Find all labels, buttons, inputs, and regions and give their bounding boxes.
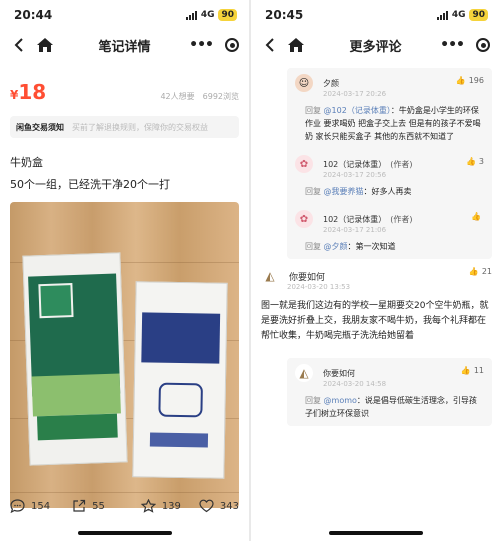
back-arrow-icon[interactable] (261, 36, 279, 54)
notice-tag: 闲鱼交易须知 (16, 122, 64, 132)
notice-text: 买前了解退换规则，保障你的交易权益 (72, 122, 208, 132)
avatar[interactable]: ◭ (261, 267, 279, 285)
comment-time: 2024-03-17 20:26 (323, 90, 387, 98)
network-label: 4G (200, 10, 215, 20)
comment-like-count: 21 (481, 267, 492, 276)
post-body: 50个一组，已经洗干净20个一打 (10, 178, 170, 191)
navigation-bar: 更多评论 ••• (251, 30, 500, 60)
comment-button[interactable]: 154 (10, 499, 50, 513)
comment-text[interactable]: 回复 @momo：说是倡导低碳生活理念，引导孩子们树立环保意识 (305, 394, 484, 420)
comment-count: 154 (31, 500, 51, 512)
comment-text[interactable]: 回复 @102（记录体重）：牛奶盒是小学生的环保作业 要求喝奶 把盒子交上去 但… (305, 104, 484, 143)
blue-milk-carton-stack (132, 281, 228, 479)
signal-icon (185, 10, 197, 20)
comment-time: 2024-03-20 14:58 (323, 380, 387, 388)
comment-like-count: 3 (478, 157, 484, 166)
home-icon[interactable] (36, 36, 54, 54)
green-milk-carton-stack (22, 252, 128, 466)
more-comments-screen: 20:45 4G 90 更多评论 ••• ☺ 夕颜 2024-03-17 20:… (251, 0, 500, 541)
comment-like-count: 11 (473, 366, 484, 375)
comment-author[interactable]: 102（记录体重） (作者) (323, 159, 413, 170)
close-miniprogram-icon[interactable] (476, 38, 490, 52)
home-indicator (329, 531, 423, 535)
product-photo[interactable] (10, 202, 239, 508)
mention-link[interactable]: @我要养猫 (324, 187, 364, 196)
comment-like-button[interactable]: 👍 21 (469, 267, 492, 276)
back-arrow-icon[interactable] (10, 36, 28, 54)
view-count: 6992浏览 (202, 92, 239, 101)
share-button[interactable]: 55 (72, 499, 105, 513)
thumbs-up-icon: 👍 (455, 76, 466, 85)
comment-text[interactable]: 图一就是我们这边有的学校一星期要交20个空牛奶瓶，就是要洗好折叠上交，我朋友家不… (261, 299, 490, 344)
comment-time: 2024-03-17 21:06 (323, 226, 387, 234)
comment-author[interactable]: 你要如何 (289, 270, 325, 283)
comment-like-button[interactable]: 👍 11 (461, 366, 484, 375)
mention-link[interactable]: @momo (324, 396, 357, 405)
avatar[interactable]: ◭ (295, 364, 313, 382)
comment-author[interactable]: 你要如何 (323, 368, 355, 379)
comment-like-button[interactable]: 👍 196 (456, 76, 484, 85)
note-detail-screen: 20:44 4G 90 笔记详情 ••• ¥18 42人想要 6992浏览 闲鱼… (0, 0, 249, 541)
thumbs-up-icon: 👍 (471, 212, 481, 221)
comment-text[interactable]: 回复 @我要养猫：好多人再卖 (305, 185, 484, 198)
comment-like-button[interactable]: 👍 3 (466, 157, 484, 166)
author-tag: (作者) (390, 159, 413, 169)
comment-like-count: 196 (468, 76, 484, 85)
price-row: ¥18 42人想要 6992浏览 (0, 70, 249, 104)
more-menu-icon[interactable]: ••• (440, 37, 465, 53)
mention-link[interactable]: @夕颜 (324, 242, 348, 251)
network-label: 4G (451, 10, 466, 20)
reply-item: ✿ 102（记录体重） (作者) 2024-03-17 21:06 👍 回复 @夕… (287, 204, 492, 259)
signal-icon (436, 10, 448, 20)
avatar[interactable]: ☺ (295, 74, 313, 92)
comment-item: ◭ 你要如何 2024-03-20 13:53 👍 21 图一就是我们这边有的学… (251, 259, 500, 350)
status-bar: 20:45 4G 90 (251, 0, 500, 30)
reply-item: ✿ 102（记录体重） (作者) 2024-03-17 20:56 👍 3 回复 … (287, 149, 492, 204)
comment-author[interactable]: 102（记录体重） (作者) (323, 214, 413, 225)
action-bar: 154 55 139 343 (0, 492, 249, 520)
more-menu-icon[interactable]: ••• (189, 37, 214, 53)
favorite-button[interactable]: 139 (140, 499, 181, 513)
avatar[interactable]: ✿ (295, 155, 313, 173)
status-time: 20:44 (14, 8, 53, 22)
battery-badge: 90 (469, 9, 488, 21)
reply-thread: ☺ 夕颜 2024-03-17 20:26 👍 196 回复 @102（记录体重… (287, 68, 492, 259)
trade-notice-banner[interactable]: 闲鱼交易须知 买前了解退换规则，保障你的交易权益 (10, 116, 239, 138)
comment-time: 2024-03-17 20:56 (323, 171, 387, 179)
thumbs-up-icon: 👍 (468, 267, 479, 276)
comment-like-button[interactable]: 👍 (471, 212, 484, 221)
comment-author[interactable]: 夕颜 (323, 78, 339, 89)
like-button[interactable]: 343 (199, 499, 239, 513)
status-time: 20:45 (265, 8, 304, 22)
avatar[interactable]: ✿ (295, 210, 313, 228)
favorite-count: 139 (161, 500, 181, 512)
like-count: 343 (219, 500, 239, 512)
share-count: 55 (92, 500, 105, 512)
status-bar: 20:44 4G 90 (0, 0, 249, 30)
reply-thread: ◭ 你要如何 2024-03-20 14:58 👍 11 回复 @momo：说是… (287, 358, 492, 426)
comment-text[interactable]: 回复 @夕颜：第一次知道 (305, 240, 484, 253)
star-icon (140, 499, 156, 513)
thumbs-up-icon: 👍 (465, 157, 476, 166)
mention-link[interactable]: @102（记录体重） (324, 106, 391, 115)
heart-icon (199, 499, 214, 513)
author-tag: (作者) (390, 214, 413, 224)
reply-item: ☺ 夕颜 2024-03-17 20:26 👍 196 回复 @102（记录体重… (287, 68, 492, 149)
comment-icon (10, 499, 25, 513)
share-icon (73, 499, 86, 512)
price: ¥18 (10, 80, 47, 104)
close-miniprogram-icon[interactable] (225, 38, 239, 52)
thumbs-up-icon: 👍 (460, 366, 471, 375)
want-count: 42人想要 (160, 92, 195, 101)
post-title: 牛奶盒 (10, 156, 43, 169)
comment-time: 2024-03-20 13:53 (287, 283, 351, 291)
home-indicator (78, 531, 172, 535)
reply-item: ◭ 你要如何 2024-03-20 14:58 👍 11 回复 @momo：说是… (287, 358, 492, 426)
navigation-bar: 笔记详情 ••• (0, 30, 249, 60)
battery-badge: 90 (218, 9, 237, 21)
home-icon[interactable] (287, 36, 305, 54)
